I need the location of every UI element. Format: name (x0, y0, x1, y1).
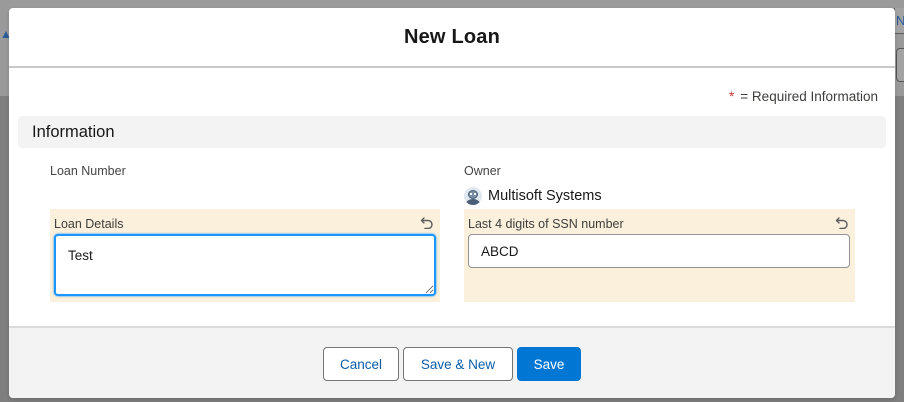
modal-header: New Loan (9, 8, 895, 68)
background-button (896, 48, 904, 82)
loan-details-textarea[interactable]: Test (54, 234, 436, 296)
user-avatar-icon (464, 187, 482, 205)
background-tab-label: N (896, 14, 904, 28)
save-button[interactable]: Save (517, 347, 581, 381)
owner-name: Multisoft Systems (488, 188, 602, 204)
required-star: * (729, 89, 735, 104)
undo-icon[interactable] (835, 215, 849, 229)
required-info-note: * = Required Information (729, 89, 878, 104)
ssn-last4-input[interactable] (468, 234, 850, 268)
modal-title: New Loan (403, 25, 501, 48)
section-header-information[interactable]: Information (18, 116, 886, 148)
owner-label: Owner (464, 164, 501, 178)
modal-footer: Cancel Save & New Save (9, 326, 895, 398)
section-title: Information (32, 122, 115, 141)
cancel-button[interactable]: Cancel (323, 347, 399, 381)
owner-value[interactable]: Multisoft Systems (464, 186, 602, 206)
loan-details-field: Loan Details Test (50, 209, 440, 302)
required-info-text: = Required Information (740, 89, 878, 104)
save-and-new-button[interactable]: Save & New (403, 347, 513, 381)
ssn-last4-field: Last 4 digits of SSN number (464, 209, 855, 302)
loan-details-label: Loan Details (54, 217, 124, 231)
loan-number-label: Loan Number (50, 164, 126, 178)
undo-icon[interactable] (420, 215, 434, 229)
new-loan-modal: New Loan * = Required Information Informa… (9, 8, 895, 398)
ssn-last4-label: Last 4 digits of SSN number (468, 217, 624, 231)
